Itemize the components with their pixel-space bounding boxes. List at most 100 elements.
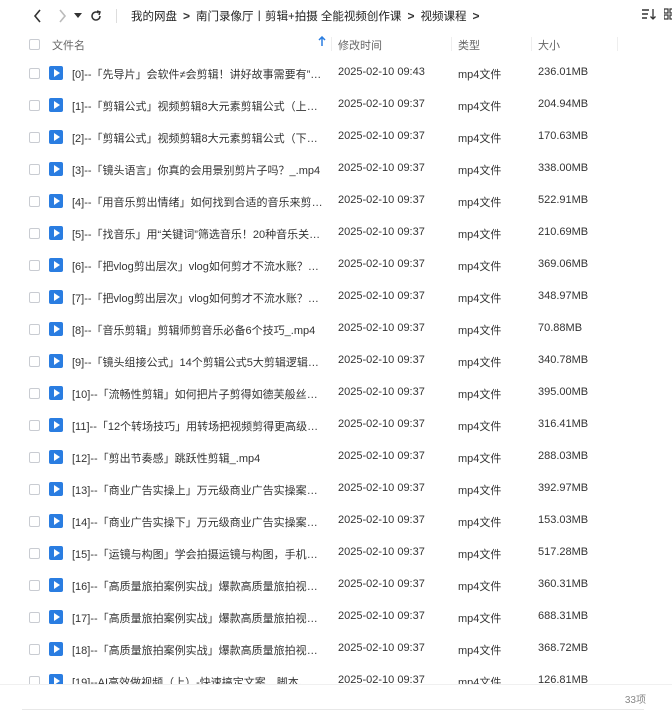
file-date: 2025-02-10 09:37 — [338, 354, 425, 366]
row-checkbox[interactable] — [29, 260, 40, 271]
file-type: mp4文件 — [458, 485, 502, 497]
refresh-button[interactable] — [86, 6, 106, 26]
file-name[interactable]: [11]--「12个转场技巧」用转场把视频剪得更高级丝滑_.m... — [72, 418, 324, 434]
file-size: 236.01MB — [538, 66, 589, 78]
file-row[interactable]: [12]--「剪出节奏感」跳跃性剪辑_.mp4 2025-02-10 09:37 m… — [0, 441, 672, 473]
column-name[interactable]: 文件名 — [52, 37, 85, 53]
row-checkbox[interactable] — [29, 484, 40, 495]
video-file-icon — [49, 610, 63, 624]
row-checkbox[interactable] — [29, 324, 40, 335]
file-name[interactable]: [12]--「剪出节奏感」跳跃性剪辑_.mp4 — [72, 450, 324, 466]
column-divider[interactable] — [451, 37, 452, 51]
row-checkbox[interactable] — [29, 196, 40, 207]
file-type: mp4文件 — [458, 293, 502, 305]
breadcrumb-course-folder[interactable]: 南门录像厅丨剪辑+拍摄 全能视频创作课 — [196, 8, 401, 24]
view-tools — [642, 8, 672, 23]
file-row[interactable]: [6]--「把vlog剪出层次」vlog如何剪才不流水账？（上）... 2025-… — [0, 249, 672, 281]
file-type: mp4文件 — [458, 517, 502, 529]
file-name[interactable]: [15]--「运镜与构图」学会拍摄运镜与构图，手机也能拍... — [72, 546, 324, 562]
row-checkbox[interactable] — [29, 644, 40, 655]
history-dropdown-button[interactable] — [72, 6, 84, 26]
file-row[interactable]: [2]--「剪辑公式」视频剪辑8大元素剪辑公式（下）_.mp4 2025-02-1… — [0, 121, 672, 153]
file-row[interactable]: [3]--「镜头语言」你真的会用景别剪片子吗？_.mp4 2025-02-10 0… — [0, 153, 672, 185]
file-date: 2025-02-10 09:37 — [338, 226, 425, 238]
file-name[interactable]: [1]--「剪辑公式」视频剪辑8大元素剪辑公式（上）_.mp4 — [72, 98, 324, 114]
row-checkbox[interactable] — [29, 612, 40, 623]
file-type: mp4文件 — [458, 645, 502, 657]
row-checkbox[interactable] — [29, 516, 40, 527]
file-name[interactable]: [16]--「高质量旅拍案例实战」爆款高质量旅拍视频的专... — [72, 578, 324, 594]
column-size[interactable]: 大小 — [538, 37, 560, 53]
file-row[interactable]: [17]--「高质量旅拍案例实战」爆款高质量旅拍视频的专... 2025-02-1… — [0, 601, 672, 633]
file-name[interactable]: [18]--「高质量旅拍案例实战」爆款高质量旅拍视频的专... — [72, 642, 324, 658]
column-modified[interactable]: 修改时间 — [338, 37, 382, 53]
file-name[interactable]: [3]--「镜头语言」你真的会用景别剪片子吗？_.mp4 — [72, 162, 324, 178]
file-name[interactable]: [5]--「找音乐」用“关键词”筛选音乐！20种音乐关键词... — [72, 226, 324, 242]
row-checkbox[interactable] — [29, 420, 40, 431]
row-checkbox[interactable] — [29, 132, 40, 143]
select-all-checkbox[interactable] — [29, 39, 40, 50]
file-name[interactable]: [13]--「商业广告实操上」万元级商业广告实操案例（上... — [72, 482, 324, 498]
breadcrumb-current-folder[interactable]: 视频课程 — [420, 8, 466, 24]
row-checkbox[interactable] — [29, 68, 40, 79]
file-type: mp4文件 — [458, 581, 502, 593]
file-size: 153.03MB — [538, 514, 589, 526]
column-divider[interactable] — [531, 37, 532, 51]
file-name[interactable]: [8]--「音乐剪辑」剪辑师剪音乐必备6个技巧_.mp4 — [72, 322, 324, 338]
item-count: 33项 — [624, 695, 646, 706]
grid-view-button[interactable] — [663, 8, 672, 23]
file-name[interactable]: [9]--「镜头组接公式」14个剪辑公式5大剪辑逻辑！_.mp4 — [72, 354, 324, 370]
file-size: 395.00MB — [538, 386, 589, 398]
file-date: 2025-02-10 09:37 — [338, 162, 425, 174]
file-date: 2025-02-10 09:37 — [338, 130, 425, 142]
file-row[interactable]: [11]--「12个转场技巧」用转场把视频剪得更高级丝滑_.m... 2025-0… — [0, 409, 672, 441]
file-name[interactable]: [6]--「把vlog剪出层次」vlog如何剪才不流水账？（上）... — [72, 258, 324, 274]
file-row[interactable]: [4]--「用音乐剪出情绪」如何找到合适的音乐来剪辑？_.... 2025-02-… — [0, 185, 672, 217]
file-row[interactable]: [14]--「商业广告实操下」万元级商业广告实操案例（下... 2025-02-1… — [0, 505, 672, 537]
file-name[interactable]: [7]--「把vlog剪出层次」vlog如何剪才不流水账？（下）... — [72, 290, 324, 306]
sort-list-icon — [642, 9, 656, 20]
file-row[interactable]: [15]--「运镜与构图」学会拍摄运镜与构图，手机也能拍... 2025-02-1… — [0, 537, 672, 569]
row-checkbox[interactable] — [29, 164, 40, 175]
file-date: 2025-02-10 09:37 — [338, 290, 425, 302]
file-type: mp4文件 — [458, 453, 502, 465]
file-name[interactable]: [4]--「用音乐剪出情绪」如何找到合适的音乐来剪辑？_.... — [72, 194, 324, 210]
row-checkbox[interactable] — [29, 100, 40, 111]
back-button[interactable] — [28, 6, 48, 26]
row-checkbox[interactable] — [29, 292, 40, 303]
file-row[interactable]: [5]--「找音乐」用“关键词”筛选音乐！20种音乐关键词... 2025-02-… — [0, 217, 672, 249]
video-file-icon — [49, 450, 63, 464]
row-checkbox[interactable] — [29, 452, 40, 463]
row-checkbox[interactable] — [29, 580, 40, 591]
file-row[interactable]: [1]--「剪辑公式」视频剪辑8大元素剪辑公式（上）_.mp4 2025-02-1… — [0, 89, 672, 121]
forward-button[interactable] — [52, 6, 72, 26]
file-row[interactable]: [13]--「商业广告实操上」万元级商业广告实操案例（上... 2025-02-1… — [0, 473, 672, 505]
file-row[interactable]: [9]--「镜头组接公式」14个剪辑公式5大剪辑逻辑！_.mp4 2025-02-… — [0, 345, 672, 377]
row-checkbox[interactable] — [29, 356, 40, 367]
file-row[interactable]: [10]--「流畅性剪辑」如何把片子剪得如德芙般丝滑流畅... 2025-02-1… — [0, 377, 672, 409]
file-name[interactable]: [2]--「剪辑公式」视频剪辑8大元素剪辑公式（下）_.mp4 — [72, 130, 324, 146]
breadcrumb-root[interactable]: 我的网盘 — [131, 8, 177, 24]
file-name[interactable]: [17]--「高质量旅拍案例实战」爆款高质量旅拍视频的专... — [72, 610, 324, 626]
column-divider[interactable] — [617, 37, 618, 51]
file-row[interactable]: [8]--「音乐剪辑」剪辑师剪音乐必备6个技巧_.mp4 2025-02-10 0… — [0, 313, 672, 345]
file-size: 517.28MB — [538, 546, 589, 558]
row-checkbox[interactable] — [29, 548, 40, 559]
file-date: 2025-02-10 09:37 — [338, 578, 425, 590]
file-date: 2025-02-10 09:37 — [338, 482, 425, 494]
file-row[interactable]: [16]--「高质量旅拍案例实战」爆款高质量旅拍视频的专... 2025-02-1… — [0, 569, 672, 601]
row-checkbox[interactable] — [29, 388, 40, 399]
file-row[interactable]: [18]--「高质量旅拍案例实战」爆款高质量旅拍视频的专... 2025-02-1… — [0, 633, 672, 665]
row-checkbox[interactable] — [29, 228, 40, 239]
file-type: mp4文件 — [458, 549, 502, 561]
column-divider[interactable] — [331, 37, 332, 51]
column-type[interactable]: 类型 — [458, 37, 480, 53]
file-name[interactable]: [10]--「流畅性剪辑」如何把片子剪得如德芙般丝滑流畅... — [72, 386, 324, 402]
file-row[interactable]: [0]--「先导片」会软件≠会剪辑！讲好故事需要有”剪辑... 2025-02-1… — [0, 57, 672, 89]
sort-button[interactable] — [642, 8, 656, 23]
file-row[interactable]: [7]--「把vlog剪出层次」vlog如何剪才不流水账？（下）... 2025-… — [0, 281, 672, 313]
file-name[interactable]: [0]--「先导片」会软件≠会剪辑！讲好故事需要有”剪辑... — [72, 66, 324, 82]
file-size: 369.06MB — [538, 258, 589, 270]
sort-asc-icon[interactable] — [318, 35, 326, 50]
file-name[interactable]: [14]--「商业广告实操下」万元级商业广告实操案例（下... — [72, 514, 324, 530]
